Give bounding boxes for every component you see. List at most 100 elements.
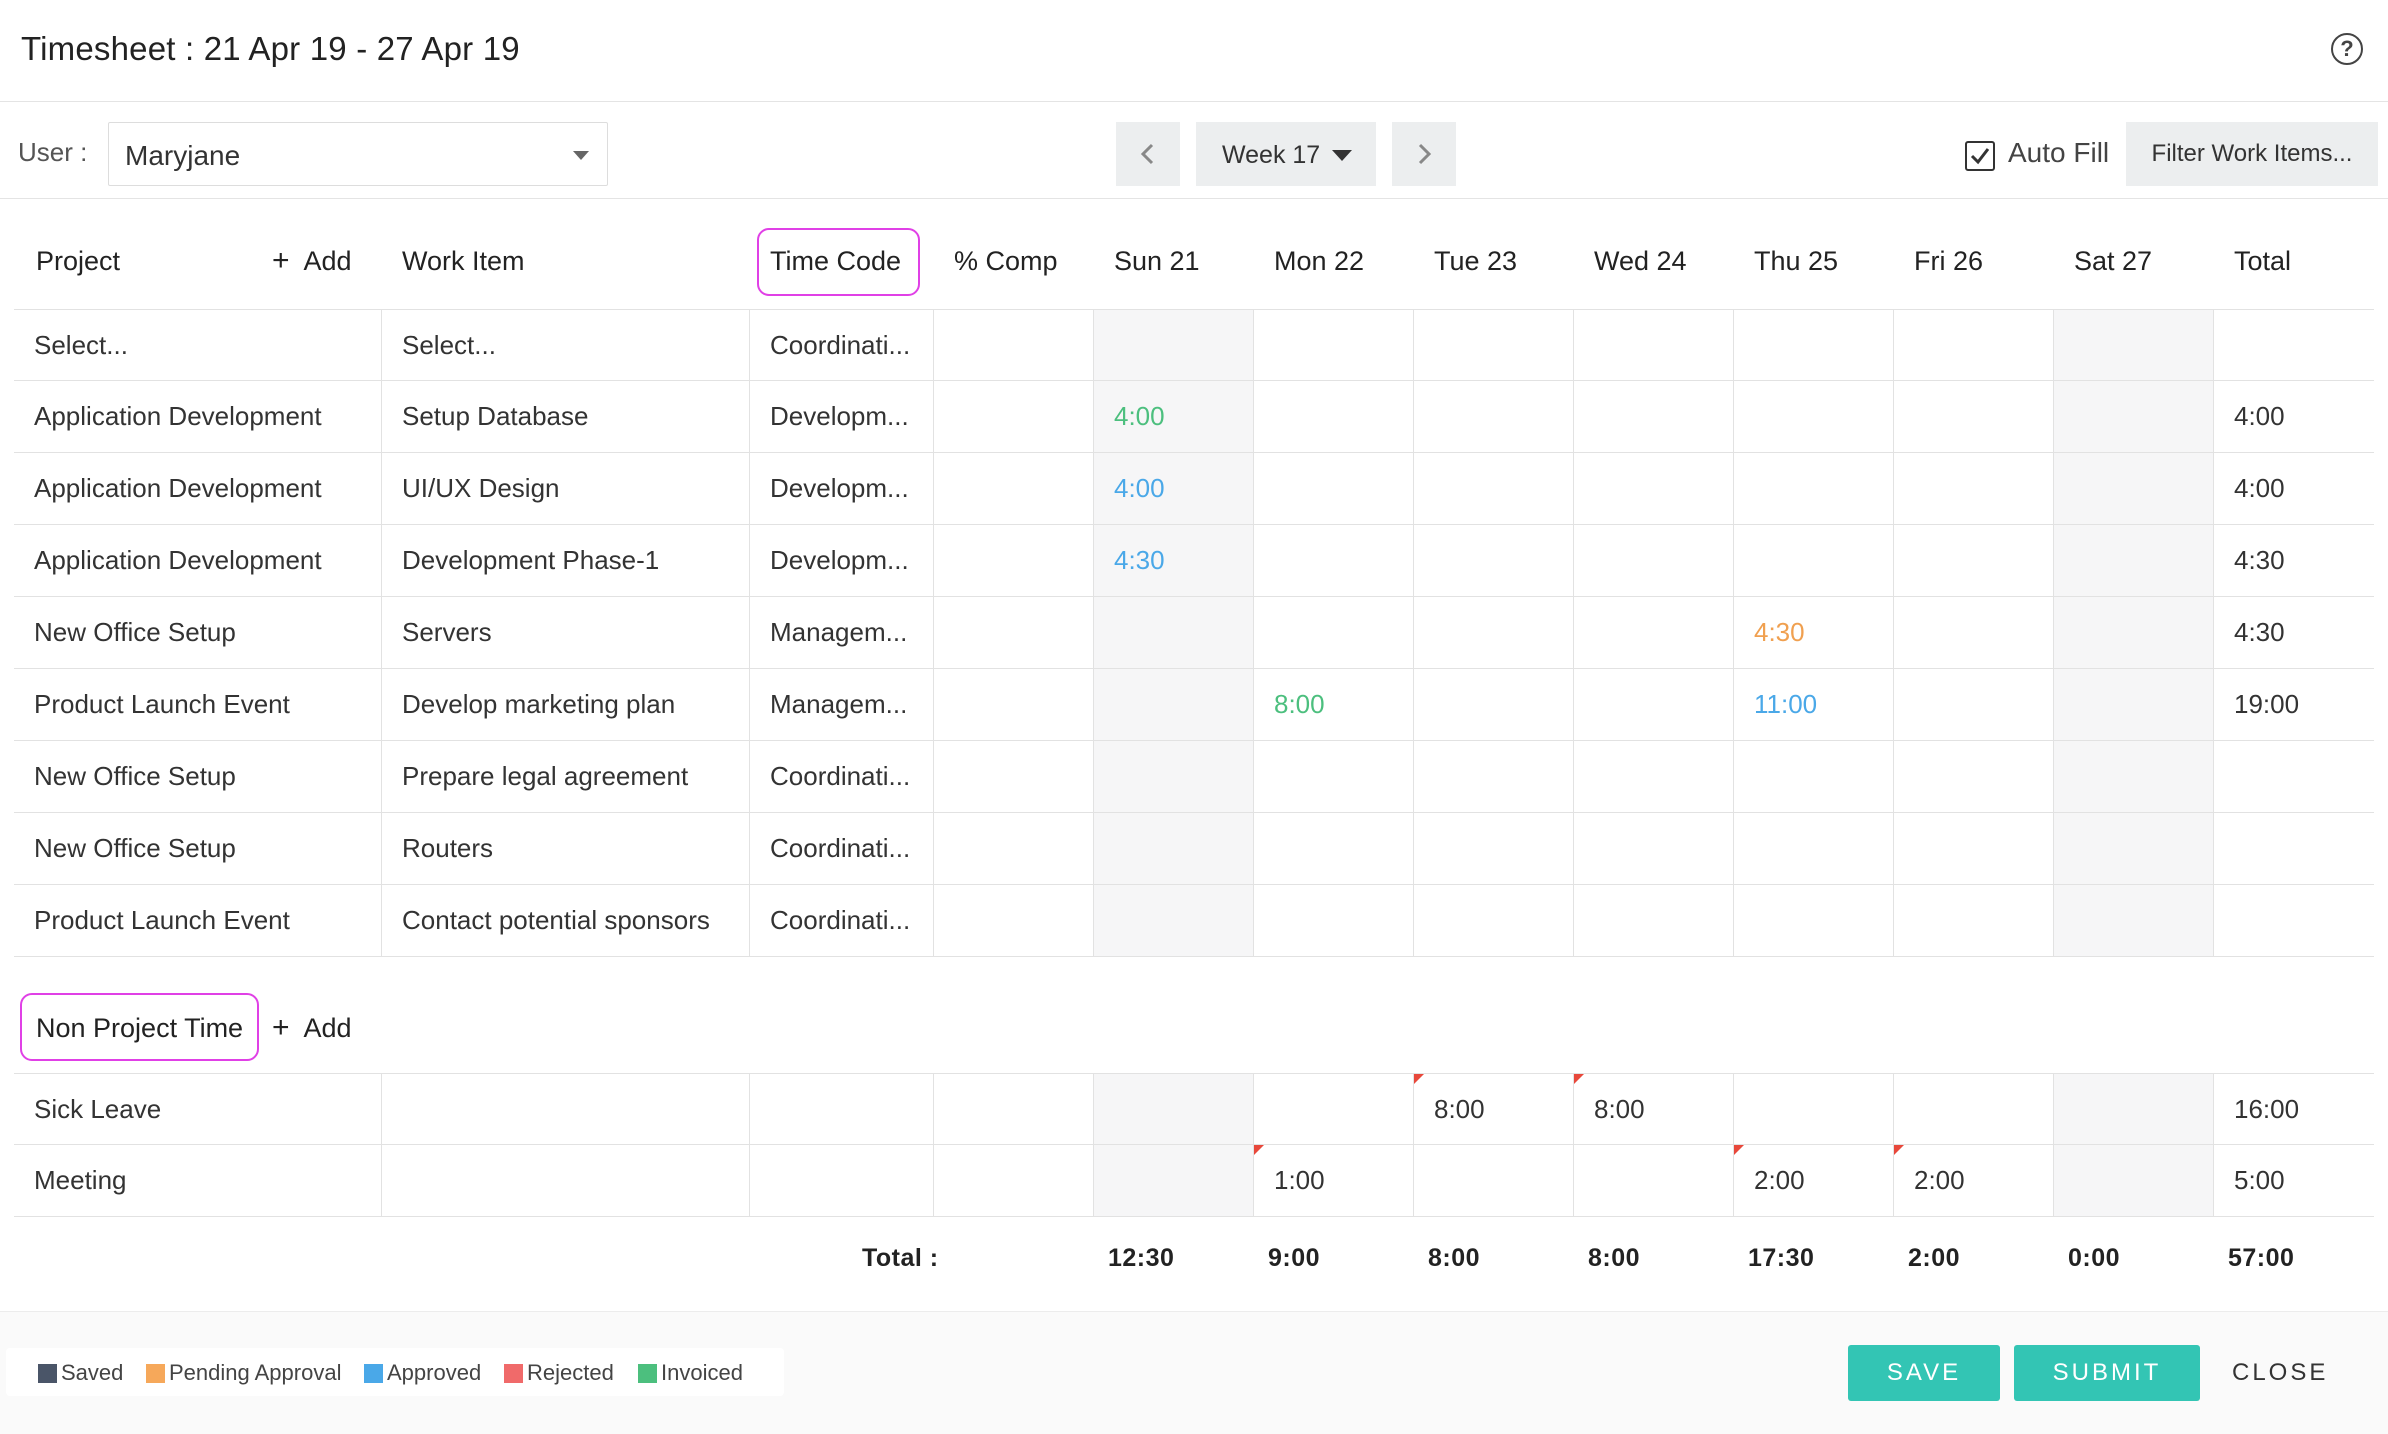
day-hours-cell[interactable]: [1093, 310, 1253, 380]
day-hours-cell[interactable]: [1253, 310, 1413, 380]
day-hours-cell[interactable]: [1413, 310, 1573, 380]
day-hours-cell[interactable]: [1093, 1074, 1253, 1144]
day-hours-cell[interactable]: [1093, 813, 1253, 884]
day-hours-cell[interactable]: [2053, 381, 2213, 452]
day-hours-cell[interactable]: [1733, 1074, 1893, 1144]
day-hours-cell[interactable]: [1413, 453, 1573, 524]
day-hours-cell[interactable]: [1733, 453, 1893, 524]
comp-cell[interactable]: [933, 741, 1093, 812]
project-cell[interactable]: Application Development: [14, 525, 381, 596]
day-hours-cell[interactable]: 11:00: [1733, 669, 1893, 740]
time-code-cell[interactable]: Managem...: [749, 597, 933, 668]
work-item-cell[interactable]: Setup Database: [381, 381, 749, 452]
project-cell[interactable]: Product Launch Event: [14, 669, 381, 740]
work-item-cell[interactable]: Prepare legal agreement: [381, 741, 749, 812]
day-hours-cell[interactable]: [1573, 310, 1733, 380]
submit-button[interactable]: SUBMIT: [2014, 1345, 2200, 1401]
day-hours-cell[interactable]: [2053, 813, 2213, 884]
day-hours-cell[interactable]: [1573, 453, 1733, 524]
project-cell[interactable]: New Office Setup: [14, 813, 381, 884]
day-hours-cell[interactable]: [2053, 1074, 2213, 1144]
day-hours-cell[interactable]: [1733, 525, 1893, 596]
day-hours-cell[interactable]: [1253, 525, 1413, 596]
day-hours-cell[interactable]: [1733, 885, 1893, 956]
user-select[interactable]: Maryjane: [108, 122, 608, 186]
save-button[interactable]: SAVE: [1848, 1345, 2000, 1401]
comp-cell[interactable]: [933, 885, 1093, 956]
day-hours-cell[interactable]: [1413, 525, 1573, 596]
next-week-button[interactable]: [1392, 122, 1456, 186]
day-hours-cell[interactable]: 4:00: [1093, 453, 1253, 524]
day-hours-cell[interactable]: [2053, 453, 2213, 524]
project-cell[interactable]: New Office Setup: [14, 597, 381, 668]
day-hours-cell[interactable]: [1573, 669, 1733, 740]
time-code-cell[interactable]: Developm...: [749, 525, 933, 596]
time-code-cell[interactable]: Developm...: [749, 453, 933, 524]
day-hours-cell[interactable]: [1093, 597, 1253, 668]
day-hours-cell[interactable]: [1893, 525, 2053, 596]
comp-cell[interactable]: [933, 453, 1093, 524]
auto-fill-checkbox[interactable]: [1965, 141, 1995, 171]
day-hours-cell[interactable]: [1253, 813, 1413, 884]
work-item-cell[interactable]: Routers: [381, 813, 749, 884]
comp-cell[interactable]: [933, 381, 1093, 452]
project-cell[interactable]: Application Development: [14, 453, 381, 524]
day-hours-cell[interactable]: [1253, 381, 1413, 452]
day-hours-cell[interactable]: 1:00: [1253, 1145, 1413, 1216]
work-item-cell[interactable]: Develop marketing plan: [381, 669, 749, 740]
day-hours-cell[interactable]: [2053, 525, 2213, 596]
time-code-cell[interactable]: Coordinati...: [749, 741, 933, 812]
day-hours-cell[interactable]: [1413, 381, 1573, 452]
add-non-project-button[interactable]: + Add: [272, 1011, 352, 1045]
day-hours-cell[interactable]: 2:00: [1733, 1145, 1893, 1216]
day-hours-cell[interactable]: [1893, 1074, 2053, 1144]
day-hours-cell[interactable]: [1893, 381, 2053, 452]
previous-week-button[interactable]: [1116, 122, 1180, 186]
day-hours-cell[interactable]: [1413, 597, 1573, 668]
day-hours-cell[interactable]: [1733, 310, 1893, 380]
day-hours-cell[interactable]: [1573, 525, 1733, 596]
add-project-button[interactable]: + Add: [272, 244, 352, 278]
comp-cell[interactable]: [933, 669, 1093, 740]
project-cell[interactable]: Select...: [14, 310, 381, 380]
day-hours-cell[interactable]: [2053, 741, 2213, 812]
day-hours-cell[interactable]: [2053, 885, 2213, 956]
day-hours-cell[interactable]: [1893, 885, 2053, 956]
day-hours-cell[interactable]: [1413, 885, 1573, 956]
day-hours-cell[interactable]: [2053, 597, 2213, 668]
comp-cell[interactable]: [933, 813, 1093, 884]
time-code-cell[interactable]: Managem...: [749, 669, 933, 740]
day-hours-cell[interactable]: [1573, 381, 1733, 452]
week-select[interactable]: Week 17: [1196, 122, 1376, 186]
day-hours-cell[interactable]: [1733, 813, 1893, 884]
day-hours-cell[interactable]: [1093, 741, 1253, 812]
day-hours-cell[interactable]: [1733, 381, 1893, 452]
day-hours-cell[interactable]: 8:00: [1573, 1074, 1733, 1144]
work-item-cell[interactable]: Servers: [381, 597, 749, 668]
day-hours-cell[interactable]: [1893, 597, 2053, 668]
project-cell[interactable]: Application Development: [14, 381, 381, 452]
day-hours-cell[interactable]: 8:00: [1413, 1074, 1573, 1144]
day-hours-cell[interactable]: [1253, 885, 1413, 956]
time-code-cell[interactable]: Coordinati...: [749, 885, 933, 956]
day-hours-cell[interactable]: [2053, 669, 2213, 740]
day-hours-cell[interactable]: 8:00: [1253, 669, 1413, 740]
day-hours-cell[interactable]: [1893, 741, 2053, 812]
day-hours-cell[interactable]: [1733, 741, 1893, 812]
day-hours-cell[interactable]: [1253, 741, 1413, 812]
day-hours-cell[interactable]: [1413, 741, 1573, 812]
day-hours-cell[interactable]: [1093, 669, 1253, 740]
close-button[interactable]: CLOSE: [2232, 1345, 2328, 1401]
auto-fill-label[interactable]: Auto Fill: [2008, 137, 2109, 169]
day-hours-cell[interactable]: [1573, 741, 1733, 812]
work-item-cell[interactable]: Development Phase-1: [381, 525, 749, 596]
day-hours-cell[interactable]: [1893, 310, 2053, 380]
work-item-cell[interactable]: Contact potential sponsors: [381, 885, 749, 956]
comp-cell[interactable]: [933, 597, 1093, 668]
help-circle-icon[interactable]: ?: [2331, 33, 2363, 65]
day-hours-cell[interactable]: [1253, 597, 1413, 668]
day-hours-cell[interactable]: 2:00: [1893, 1145, 2053, 1216]
time-code-cell[interactable]: Coordinati...: [749, 813, 933, 884]
day-hours-cell[interactable]: [1573, 813, 1733, 884]
day-hours-cell[interactable]: [1893, 813, 2053, 884]
